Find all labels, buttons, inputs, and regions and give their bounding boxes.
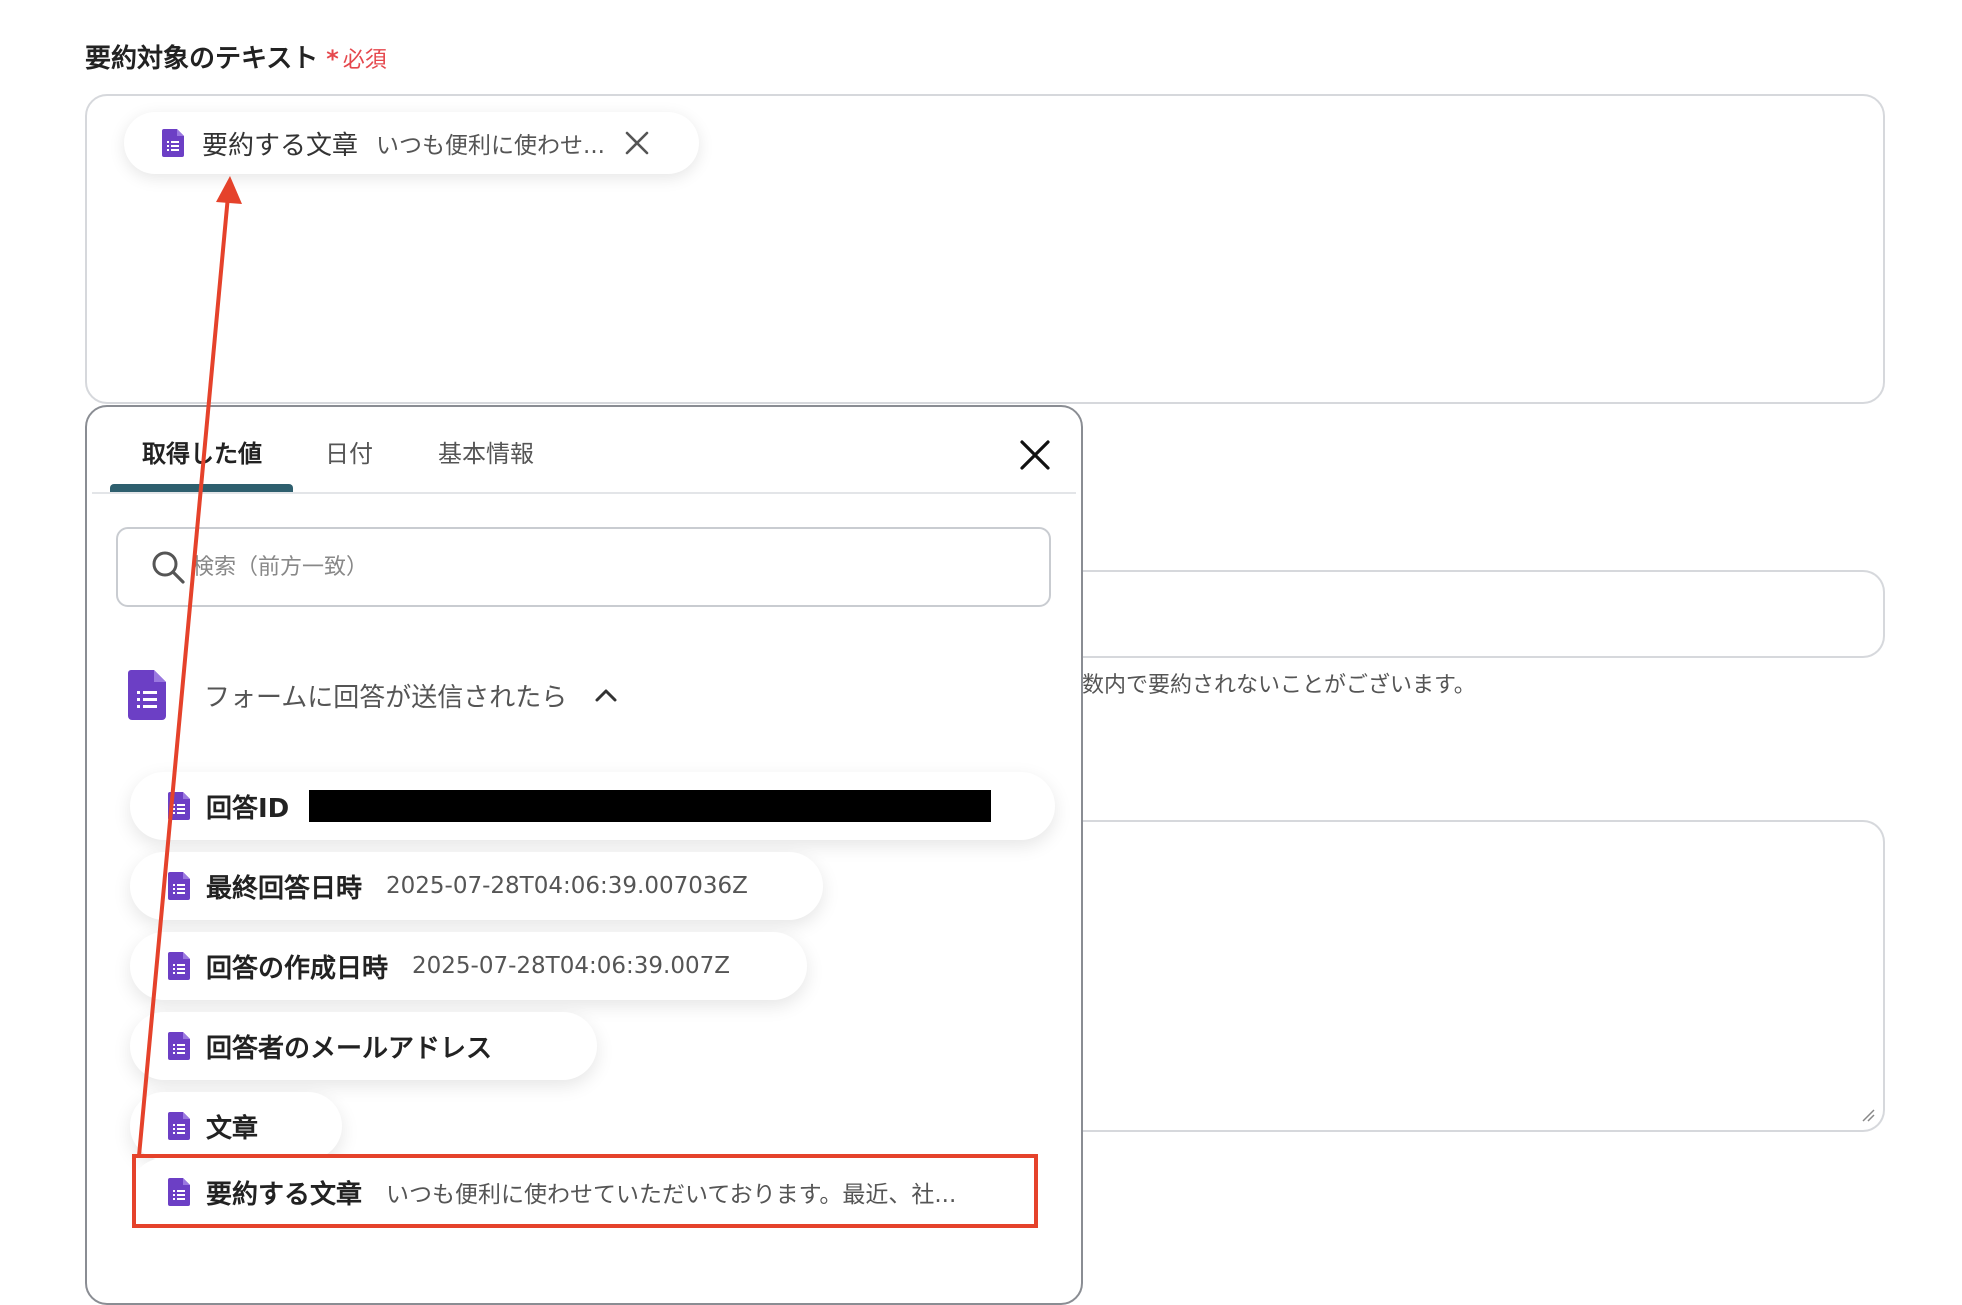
variable-item-text[interactable]: 文章 bbox=[130, 1092, 342, 1160]
google-forms-doc-icon bbox=[168, 872, 190, 900]
google-forms-doc-icon bbox=[168, 1032, 190, 1060]
redacted-value bbox=[309, 790, 992, 822]
tab-basic-info[interactable]: 基本情報 bbox=[438, 434, 534, 469]
item-value: 2025-07-28T04:06:39.007036Z bbox=[386, 873, 748, 899]
variable-item-response-created-time[interactable]: 回答の作成日時 2025-07-28T04:06:39.007Z bbox=[130, 932, 807, 1000]
google-forms-doc-icon bbox=[168, 1112, 190, 1140]
active-tab-indicator bbox=[110, 484, 293, 492]
resize-handle-icon[interactable] bbox=[1861, 1108, 1875, 1122]
item-label: 回答者のメールアドレス bbox=[206, 1033, 493, 1064]
search-input[interactable] bbox=[190, 553, 1014, 581]
variable-item-last-response-time[interactable]: 最終回答日時 2025-07-28T04:06:39.007036Z bbox=[130, 852, 823, 920]
selected-variable-chip[interactable]: 要約する文章 いつも便利に使わせ... bbox=[124, 112, 699, 174]
item-label: 回答ID bbox=[206, 793, 290, 824]
background-help-text: 数内で要約されないことがございます。 bbox=[1082, 673, 1476, 698]
google-forms-doc-icon bbox=[162, 129, 184, 157]
google-forms-doc-icon bbox=[168, 792, 190, 820]
tab-acquired-values[interactable]: 取得した値 bbox=[142, 434, 262, 469]
chip-label: 要約する文章 bbox=[202, 130, 359, 161]
item-label: 文章 bbox=[206, 1113, 259, 1144]
variable-item-response-id[interactable]: 回答ID bbox=[130, 772, 1055, 840]
google-forms-doc-icon bbox=[168, 952, 190, 980]
variable-item-respondent-email[interactable]: 回答者のメールアドレス bbox=[130, 1012, 597, 1080]
item-value: 2025-07-28T04:06:39.007Z bbox=[412, 953, 730, 979]
background-input-field[interactable] bbox=[1080, 570, 1885, 658]
item-label: 回答の作成日時 bbox=[206, 953, 389, 984]
google-forms-icon bbox=[128, 670, 166, 720]
close-icon[interactable] bbox=[623, 129, 651, 157]
group-label: フォームに回答が送信されたら bbox=[204, 682, 568, 713]
item-label: 最終回答日時 bbox=[206, 873, 363, 904]
tab-date[interactable]: 日付 bbox=[325, 434, 373, 469]
chip-value: いつも便利に使わせ... bbox=[376, 133, 605, 159]
required-text: 必須 bbox=[342, 48, 387, 73]
search-icon bbox=[152, 551, 185, 584]
annotation-highlight-box bbox=[132, 1154, 1038, 1228]
tab-divider bbox=[92, 492, 1076, 494]
required-star: * bbox=[326, 45, 339, 73]
search-box[interactable] bbox=[116, 527, 1051, 607]
close-icon[interactable] bbox=[1018, 438, 1052, 472]
chevron-up-icon[interactable] bbox=[593, 685, 619, 705]
group-form-submitted[interactable]: フォームに回答が送信されたら bbox=[128, 670, 619, 720]
background-textarea[interactable] bbox=[1080, 820, 1885, 1132]
field-label-text: 要約対象のテキスト bbox=[85, 44, 319, 74]
field-label: 要約対象のテキスト * 必須 bbox=[85, 38, 387, 75]
